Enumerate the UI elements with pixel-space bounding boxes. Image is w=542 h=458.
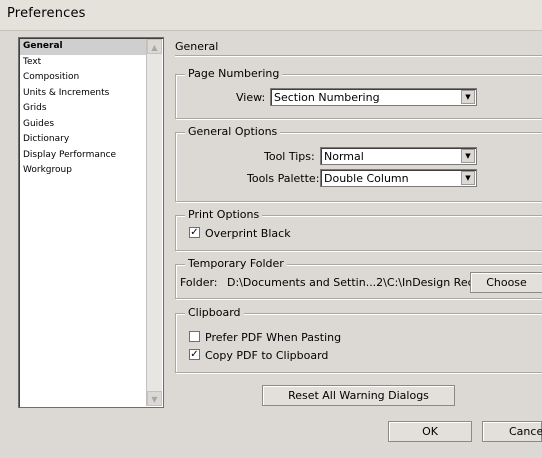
title-bar: Preferences [0, 0, 542, 31]
tools-palette-dropdown[interactable]: Double Column ▼ [320, 169, 477, 187]
clipboard-legend: Clipboard [185, 306, 244, 319]
panel-title: General [175, 40, 219, 53]
category-item-grids[interactable]: Grids [20, 101, 146, 117]
category-scrollbar[interactable]: ▲ ▼ [146, 39, 162, 406]
tool-tips-label: Tool Tips: [264, 150, 315, 163]
choose-button[interactable]: Choose [470, 272, 542, 293]
category-item-text[interactable]: Text [20, 55, 146, 71]
category-item-composition[interactable]: Composition [20, 70, 146, 86]
folder-label: Folder: [180, 276, 218, 289]
panel-title-divider [175, 55, 542, 57]
category-item-guides[interactable]: Guides [20, 117, 146, 133]
view-dropdown-value: Section Numbering [274, 91, 380, 104]
general-options-group: General Options [175, 125, 542, 202]
category-list[interactable]: General Text Composition Units & Increme… [18, 37, 164, 408]
overprint-black-label[interactable]: Overprint Black [205, 227, 291, 240]
reset-warning-dialogs-button[interactable]: Reset All Warning Dialogs [262, 385, 455, 406]
page-numbering-legend: Page Numbering [185, 67, 283, 80]
overprint-black-checkbox[interactable]: ✓ [189, 227, 200, 238]
category-item-display-performance[interactable]: Display Performance [20, 148, 146, 164]
cancel-button[interactable]: Cancel [482, 421, 542, 442]
folder-path: D:\Documents and Settin...2\C:\InDesign … [227, 276, 505, 289]
chevron-down-icon[interactable]: ▼ [461, 149, 475, 163]
general-options-legend: General Options [185, 125, 281, 138]
print-options-legend: Print Options [185, 208, 263, 221]
ok-button[interactable]: OK [388, 421, 472, 442]
temporary-folder-legend: Temporary Folder [185, 257, 287, 270]
scroll-down-arrow-icon[interactable]: ▼ [147, 391, 162, 406]
chevron-down-icon[interactable]: ▼ [461, 171, 475, 185]
copy-pdf-label[interactable]: Copy PDF to Clipboard [205, 349, 328, 362]
view-dropdown[interactable]: Section Numbering ▼ [270, 88, 477, 106]
scroll-up-arrow-icon[interactable]: ▲ [147, 39, 162, 54]
chevron-down-icon[interactable]: ▼ [461, 90, 475, 104]
window-title: Preferences [7, 6, 86, 21]
prefer-pdf-label[interactable]: Prefer PDF When Pasting [205, 331, 341, 344]
category-item-workgroup[interactable]: Workgroup [20, 163, 146, 179]
tool-tips-dropdown-value: Normal [324, 150, 364, 163]
category-items: General Text Composition Units & Increme… [20, 39, 146, 179]
tools-palette-label: Tools Palette: [247, 172, 320, 185]
copy-pdf-checkbox[interactable]: ✓ [189, 349, 200, 360]
category-item-dictionary[interactable]: Dictionary [20, 132, 146, 148]
tools-palette-dropdown-value: Double Column [324, 172, 409, 185]
view-label: View: [236, 91, 266, 104]
prefer-pdf-checkbox[interactable] [189, 331, 200, 342]
category-item-general[interactable]: General [20, 39, 146, 55]
tool-tips-dropdown[interactable]: Normal ▼ [320, 147, 477, 165]
category-item-units-increments[interactable]: Units & Increments [20, 86, 146, 102]
